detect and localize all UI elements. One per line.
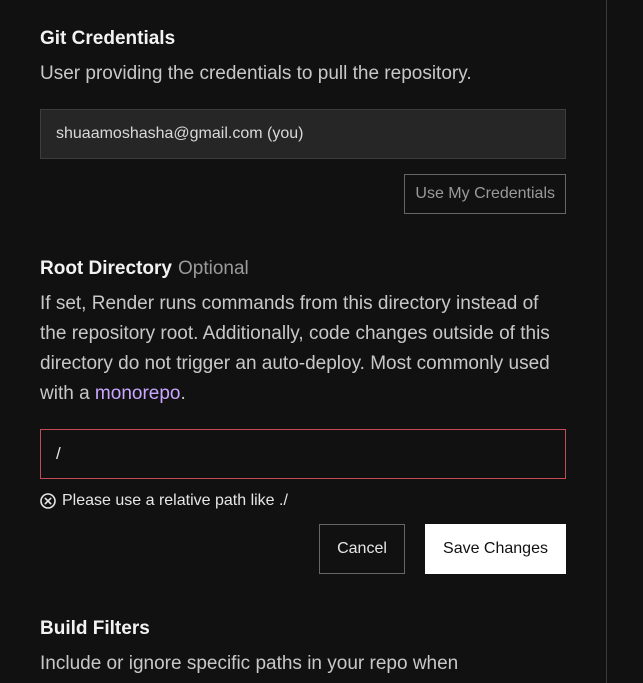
git-credentials-value: shuaamoshasha@gmail.com (you) bbox=[56, 125, 304, 142]
root-directory-title: Root Directory bbox=[40, 258, 172, 279]
root-directory-heading: Root Directory Optional bbox=[40, 257, 249, 281]
root-directory-input[interactable] bbox=[40, 429, 566, 479]
settings-page: Git Credentials User providing the crede… bbox=[0, 0, 643, 683]
root-directory-description: If set, Render runs commands from this d… bbox=[40, 289, 566, 409]
git-credentials-title: Git Credentials bbox=[40, 28, 176, 49]
use-my-credentials-button[interactable]: Use My Credentials bbox=[404, 174, 566, 214]
monorepo-link[interactable]: monorepo bbox=[95, 383, 181, 404]
x-circle-icon bbox=[40, 493, 56, 509]
root-directory-error: Please use a relative path like ./ bbox=[40, 492, 288, 510]
optional-label: Optional bbox=[177, 258, 249, 279]
build-filters-description: Include or ignore specific paths in your… bbox=[40, 653, 459, 674]
cancel-button[interactable]: Cancel bbox=[319, 524, 405, 574]
git-credentials-description: User providing the credentials to pull t… bbox=[40, 63, 472, 84]
git-credentials-actions: Use My Credentials bbox=[40, 174, 566, 214]
save-changes-button[interactable]: Save Changes bbox=[425, 524, 566, 574]
error-message: Please use a relative path like ./ bbox=[62, 492, 288, 509]
vertical-divider bbox=[606, 0, 607, 683]
root-directory-description-suffix: . bbox=[180, 383, 186, 404]
root-directory-actions: Cancel Save Changes bbox=[40, 524, 566, 574]
git-credentials-field: shuaamoshasha@gmail.com (you) bbox=[40, 109, 566, 159]
build-filters-title: Build Filters bbox=[40, 618, 150, 639]
